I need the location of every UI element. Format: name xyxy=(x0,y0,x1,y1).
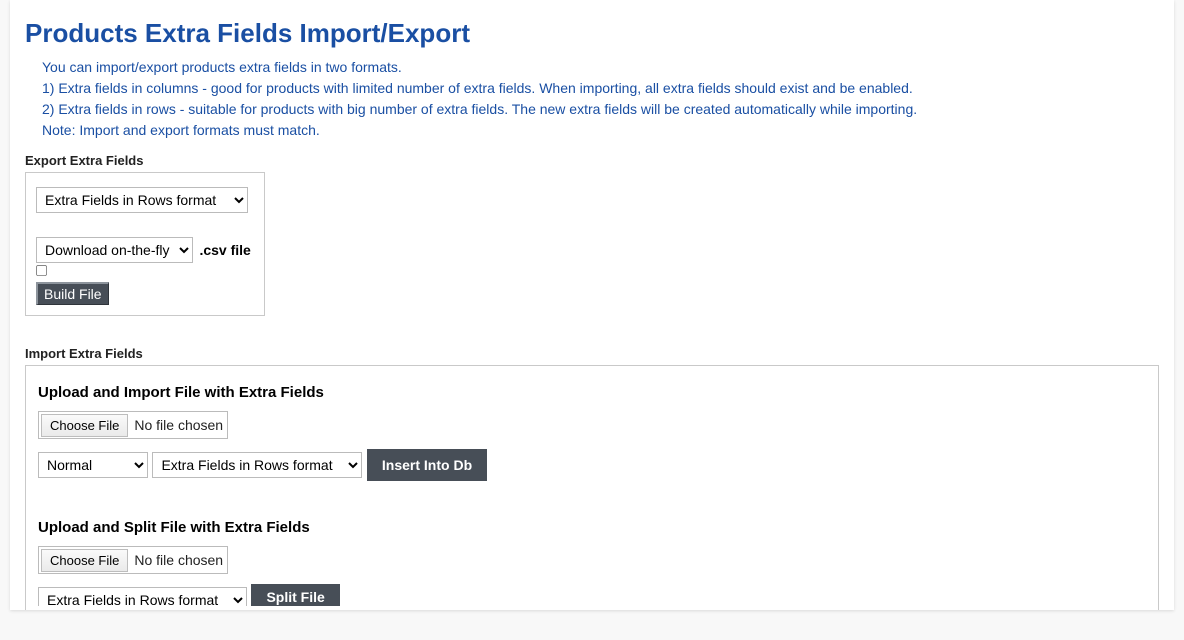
csv-file-label: .csv file xyxy=(199,242,250,258)
upload-split-file-wrap: Choose File No file chosen xyxy=(38,546,228,574)
upload-import-mode-select[interactable]: Normal xyxy=(38,452,148,478)
intro-line-1: You can import/export products extra fie… xyxy=(42,57,1174,78)
intro-line-4: Note: Import and export formats must mat… xyxy=(42,120,1174,141)
build-file-button[interactable]: Build File xyxy=(36,282,109,305)
upload-import-no-file: No file chosen xyxy=(134,417,223,433)
upload-split-no-file: No file chosen xyxy=(134,552,223,568)
export-delivery-select[interactable]: Download on-the-fly xyxy=(36,237,193,263)
intro-line-3: 2) Extra fields in rows - suitable for p… xyxy=(42,99,1174,120)
upload-split-heading: Upload and Split File with Extra Fields xyxy=(38,519,1146,536)
intro-block: You can import/export products extra fie… xyxy=(42,57,1174,141)
export-box: Extra Fields in Rows format Download on-… xyxy=(25,172,265,316)
intro-line-2: 1) Extra fields in columns - good for pr… xyxy=(42,78,1174,99)
export-format-select[interactable]: Extra Fields in Rows format xyxy=(36,187,248,213)
export-checkbox[interactable] xyxy=(36,265,47,276)
page-title: Products Extra Fields Import/Export xyxy=(25,18,1174,49)
upload-split-format-select[interactable]: Extra Fields in Rows format xyxy=(38,587,247,606)
upload-import-format-select[interactable]: Extra Fields in Rows format xyxy=(152,452,362,478)
import-section-label: Import Extra Fields xyxy=(25,346,1174,361)
upload-import-choose-button[interactable]: Choose File xyxy=(41,414,128,437)
upload-import-heading: Upload and Import File with Extra Fields xyxy=(38,384,1146,401)
export-section-label: Export Extra Fields xyxy=(25,153,1174,168)
page-card: Products Extra Fields Import/Export You … xyxy=(10,0,1174,610)
upload-split-choose-button[interactable]: Choose File xyxy=(41,549,128,572)
upload-import-file-wrap: Choose File No file chosen xyxy=(38,411,228,439)
upload-import-insert-button[interactable]: Insert Into Db xyxy=(367,449,487,481)
import-box: Upload and Import File with Extra Fields… xyxy=(25,365,1159,610)
split-file-button[interactable]: Split File xyxy=(251,584,339,606)
